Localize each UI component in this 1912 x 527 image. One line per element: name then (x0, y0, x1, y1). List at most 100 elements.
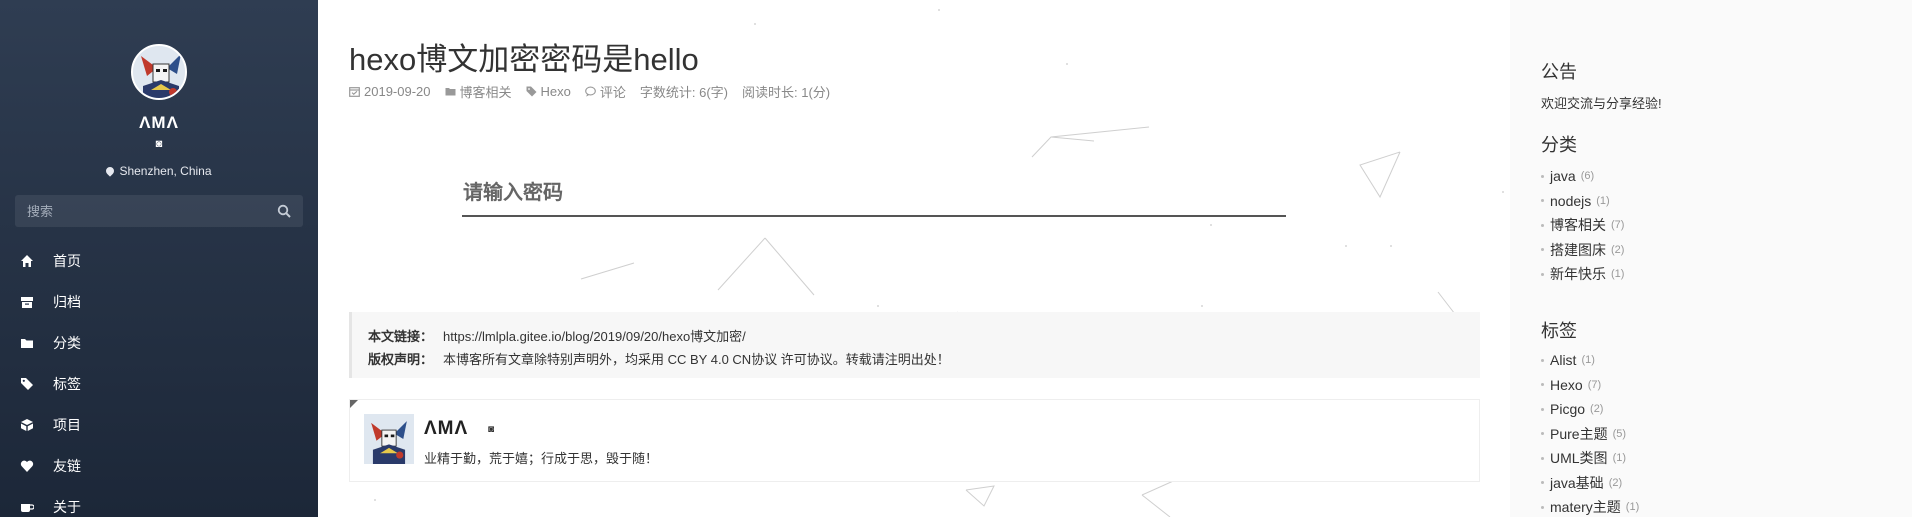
bullet-icon (1541, 505, 1544, 509)
nav-label-categories: 分类 (53, 334, 81, 351)
copyright-license-row: 版权声明： 本博客所有文章除特别声明外，均采用 CC BY 4.0 CN协议 许… (368, 347, 1480, 370)
tag-item[interactable]: Pure主题 (5) (1541, 422, 1639, 447)
category-name: 搭建图床 (1550, 241, 1606, 258)
password-input-underline[interactable] (462, 215, 1286, 217)
post-tag-text: Hexo (540, 84, 571, 99)
bullet-icon (1541, 456, 1544, 460)
post-comments[interactable]: 评论 (585, 82, 626, 101)
home-icon (21, 254, 33, 267)
right-sidebar: 公告 欢迎交流与分享经验! 分类 java (6) nodejs (1) 博客相关 (… (1510, 0, 1912, 517)
tag-item[interactable]: Alist (1) (1541, 348, 1639, 373)
map-pin-icon (104, 165, 117, 177)
coffee-icon (21, 503, 34, 512)
post-tag[interactable]: Hexo (526, 84, 571, 99)
tag-item[interactable]: UML类图 (1) (1541, 446, 1639, 471)
post-category[interactable]: 博客相关 (445, 82, 512, 101)
author-name[interactable]: ΛMΛ (424, 418, 468, 440)
search-icon[interactable] (277, 204, 291, 218)
nav-item-tags[interactable]: 标签 (0, 363, 318, 404)
tag-name: java基础 (1550, 474, 1604, 491)
post-category-text: 博客相关 (459, 85, 512, 100)
site-name[interactable]: ΛMΛ (0, 113, 318, 133)
nav-item-home[interactable]: 首页 (0, 240, 318, 281)
copyright-box: 本文链接： https://lmlpla.gitee.io/blog/2019/… (349, 312, 1480, 378)
category-count: (7) (1611, 219, 1625, 232)
password-prompt[interactable]: 请输入密码 (463, 176, 563, 205)
bullet-icon (1541, 358, 1544, 362)
search-input[interactable] (15, 195, 303, 227)
category-count: (6) (1580, 170, 1595, 183)
copyright-link-row: 本文链接： https://lmlpla.gitee.io/blog/2019/… (368, 324, 1480, 347)
category-item[interactable]: java (6) (1541, 164, 1624, 189)
nav-label-tags: 标签 (53, 375, 81, 392)
nav-label-projects: 项目 (53, 416, 81, 433)
tag-item[interactable]: java基础 (2) (1541, 471, 1639, 496)
bullet-icon (1541, 481, 1544, 485)
notice-text: 欢迎交流与分享经验! (1541, 96, 1662, 111)
location: Shenzhen, China (0, 164, 318, 178)
post-comments-text: 评论 (599, 85, 626, 100)
location-text: Shenzhen, China (119, 164, 212, 178)
calendar-check-icon (349, 87, 360, 97)
tag-item[interactable]: Hexo (7) (1541, 373, 1639, 398)
post-word-count: 字数统计: 6(字) (639, 85, 729, 100)
site-avatar[interactable] (131, 44, 187, 100)
post-title: hexo博文加密密码是hello (349, 42, 699, 77)
comment-icon (585, 86, 596, 97)
tag-name: Picgo (1550, 401, 1586, 418)
corner-decoration (350, 400, 358, 408)
author-mark-icon: ◙ (488, 424, 495, 435)
tag-count: (5) (1612, 427, 1627, 440)
bullet-icon (1541, 272, 1544, 276)
category-item[interactable]: 博客相关 (7) (1541, 213, 1624, 238)
tag-name: Hexo (1550, 376, 1583, 393)
author-avatar[interactable] (364, 414, 414, 464)
post-date: 2019-09-20 (349, 84, 431, 99)
author-card: ΛMΛ ◙ 业精于勤，荒于嬉；行成于思，毁于随！ (349, 399, 1480, 482)
nav-item-categories[interactable]: 分类 (0, 322, 318, 363)
tag-icon (526, 86, 537, 97)
category-name: 博客相关 (1550, 217, 1606, 234)
nav-label-home: 首页 (53, 252, 81, 269)
bullet-icon (1541, 432, 1544, 436)
tag-item[interactable]: Picgo (2) (1541, 397, 1639, 422)
search-box (15, 195, 303, 227)
category-item[interactable]: nodejs (1) (1541, 189, 1624, 214)
author-motto: 业精于勤，荒于嬉；行成于思，毁于随！ (424, 451, 659, 466)
tag-count: (2) (1608, 476, 1623, 489)
cube-icon (21, 418, 33, 431)
nav-item-archive[interactable]: 归档 (0, 281, 318, 322)
notice-title: 公告 (1541, 62, 1577, 82)
copyright-link-label: 本文链接： (368, 329, 434, 344)
nav-label-about: 关于 (53, 498, 81, 515)
nav-item-about[interactable]: 关于 (0, 486, 318, 527)
archive-icon (21, 296, 33, 308)
tags-icon (21, 377, 33, 390)
tag-name: Alist (1550, 352, 1577, 369)
bullet-icon (1541, 223, 1544, 227)
nav-label-friends: 友链 (53, 457, 81, 474)
folder-icon (445, 88, 455, 96)
category-name: 新年快乐 (1550, 266, 1606, 283)
main-nav: 首页 归档 分类 标签 项目 友链 关于 (0, 240, 318, 527)
category-item[interactable]: 新年快乐 (1) (1541, 262, 1624, 287)
category-name: nodejs (1550, 192, 1592, 209)
category-list: java (6) nodejs (1) 博客相关 (7) 搭建图床 (2) 新年快乐 (1… (1541, 164, 1624, 287)
category-count: (1) (1611, 268, 1625, 281)
copyright-link[interactable]: https://lmlpla.gitee.io/blog/2019/09/20/… (443, 326, 746, 345)
tags-title: 标签 (1541, 321, 1577, 341)
post-date-text: 2019-09-20 (364, 84, 431, 99)
folder-icon (21, 338, 33, 348)
nav-item-projects[interactable]: 项目 (0, 404, 318, 445)
category-item[interactable]: 搭建图床 (2) (1541, 238, 1624, 263)
post-meta: 2019-09-20 博客相关 Hexo 评论 字数统计: 6(字) 阅读时长:… (349, 82, 844, 101)
avatar-illustration (364, 414, 414, 464)
bullet-icon (1541, 174, 1544, 178)
tag-item[interactable]: matery主题 (1) (1541, 495, 1639, 520)
tag-list: Alist (1) Hexo (7) Picgo (2) Pure主题 (5) UML类… (1541, 348, 1639, 520)
site-mark-icon: ◙ (155, 138, 163, 150)
bullet-icon (1541, 383, 1544, 387)
category-count: (2) (1611, 243, 1625, 256)
nav-item-friends[interactable]: 友链 (0, 445, 318, 486)
left-sidebar: ΛMΛ ◙ Shenzhen, China 首页 归档 分类 标签 项目 (0, 0, 318, 517)
